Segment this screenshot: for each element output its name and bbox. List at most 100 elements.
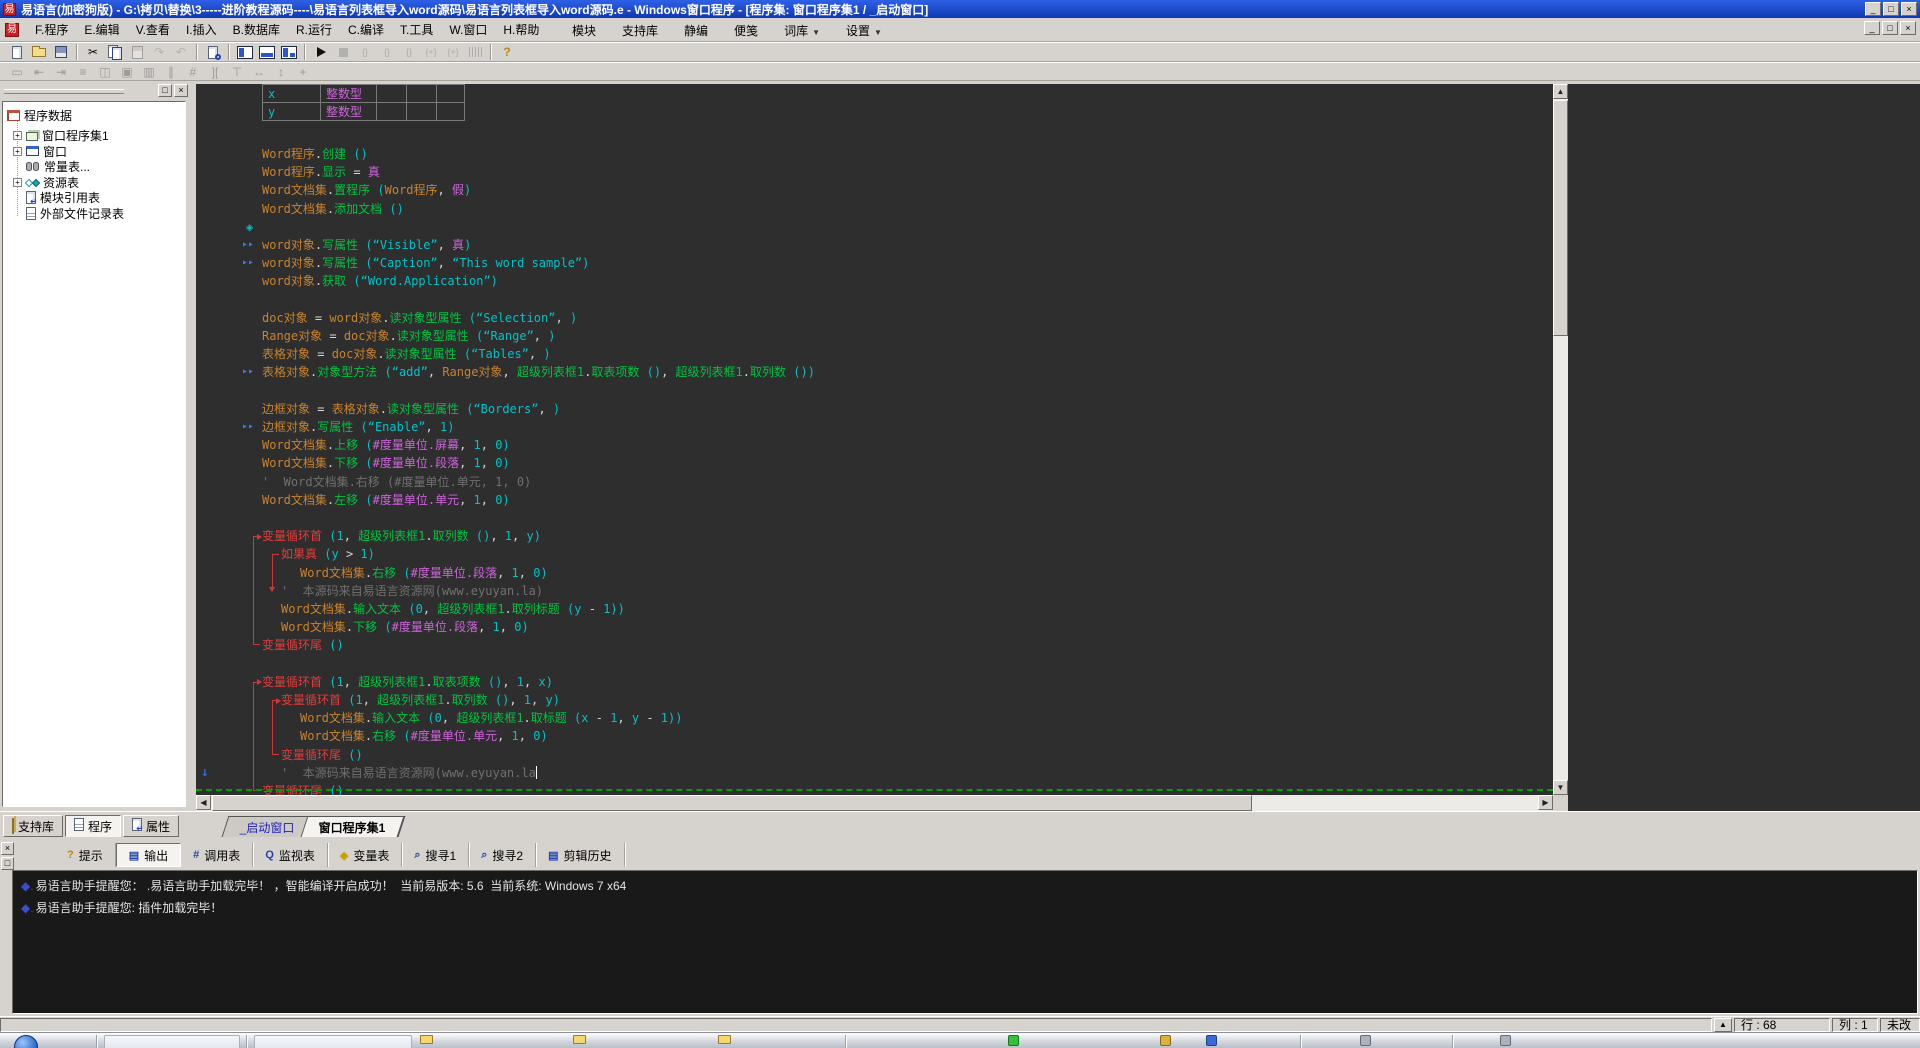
window-close-button[interactable]: × (1901, 2, 1917, 16)
menu-item-B.数据库[interactable]: B.数据库 (225, 18, 288, 41)
horizontal-scroll-thumb[interactable] (212, 795, 1252, 811)
variable-row[interactable]: y 整数型 (262, 102, 465, 121)
align-right-edge-icon[interactable]: ⇥ (51, 63, 71, 80)
variable-empty-cell[interactable] (376, 84, 407, 103)
variable-row[interactable]: x 整数型 (262, 84, 465, 103)
code-line[interactable]: word对象.写属性 (“Caption”, “This word sample… (262, 254, 589, 272)
menu-item-V.查看[interactable]: V.查看 (128, 18, 178, 41)
code-line[interactable]: Word文档集.左移 (#度量单位.单元, 1, 0) (262, 491, 510, 509)
code-line[interactable]: word对象.写属性 (“Visible”, 真) (262, 236, 471, 254)
output-console[interactable]: ◆. 易语言助手提醒您： .易语言助手加载完毕！ ，智能编译开启成功！ 当前易版本… (12, 870, 1918, 1014)
menu-item-C.编译[interactable]: C.编译 (340, 18, 392, 41)
help-icon[interactable]: ? (497, 44, 517, 61)
menu-item-T.工具[interactable]: T.工具 (392, 18, 441, 41)
taskbar-app-icon-green[interactable] (1008, 1035, 1019, 1046)
tab-提示[interactable]: ? 提示 (55, 843, 116, 867)
find-icon[interactable] (203, 44, 223, 61)
editor-horizontal-scrollbar[interactable]: ◀ ▶ (196, 795, 1553, 811)
panel-close-button[interactable]: × (174, 84, 188, 97)
code-line[interactable]: Word文档集.右移 (#度量单位.段落, 1, 0) (300, 564, 548, 582)
mdi-minimize-button[interactable]: _ (1864, 21, 1880, 35)
menu-item-词库[interactable]: 词库 ▼ (780, 19, 824, 42)
code-line[interactable]: 边框对象.写属性 (“Enable”, 1) (262, 418, 454, 436)
run-icon[interactable] (311, 44, 331, 61)
mdi-close-button[interactable]: × (1900, 21, 1916, 35)
code-line[interactable]: Word文档集.下移 (#度量单位.段落, 1, 0) (281, 618, 529, 636)
variable-empty-cell[interactable] (406, 84, 437, 103)
taskbar-app-icon-gold[interactable] (1160, 1035, 1171, 1046)
new-file-icon[interactable] (7, 44, 27, 61)
send-back-icon[interactable]: ⊤ (227, 63, 247, 80)
expand-icon[interactable]: + (13, 177, 22, 187)
code-line[interactable]: 边框对象 = 表格对象.读对象型属性 (“Borders”, ) (262, 400, 560, 418)
menu-item-设置[interactable]: 设置 ▼ (842, 19, 886, 42)
tree-item-窗口程序集1[interactable]: + 窗口程序集1 (13, 128, 109, 143)
expand-icon[interactable]: + (13, 131, 22, 140)
variable-empty-cell[interactable] (406, 102, 437, 121)
code-line[interactable]: 如果真 (y > 1) (281, 545, 375, 563)
tab-程序[interactable]: 程序 (65, 815, 122, 837)
menu-item-便笺[interactable]: 便笺 (730, 19, 762, 42)
tab-搜寻1[interactable]: ⌕ 搜寻1 (402, 843, 470, 867)
editor-tab-窗口程序集1[interactable]: 窗口程序集1 (300, 816, 405, 837)
menu-item-W.窗口[interactable]: W.窗口 (441, 18, 495, 41)
tree-item-常量表...[interactable]: 常量表... (13, 159, 90, 174)
start-button[interactable] (14, 1035, 38, 1048)
variable-empty-cell[interactable] (376, 102, 407, 121)
cut-icon[interactable]: ✂ (83, 44, 103, 61)
taskbar-app-icon-gray[interactable] (1360, 1035, 1371, 1046)
code-line[interactable]: Word文档集.右移 (#度量单位.单元, 1, 0) (300, 727, 548, 745)
code-line[interactable]: Word文档集.置程序 (Word程序, 假) (262, 181, 471, 199)
code-line[interactable]: 变量循环首 (1, 超级列表框1.取列数 (), 1, y) (262, 527, 541, 545)
bring-front-icon[interactable]: ][ (205, 63, 225, 80)
layout-bottom-icon[interactable] (257, 44, 277, 61)
windows-taskbar[interactable] (0, 1032, 1920, 1048)
panel-close-button[interactable]: × (1, 842, 14, 855)
code-line[interactable]: ' 本源码来自易语言资源网(www.eyuyan.la (281, 764, 538, 782)
tree-item-外部文件记录表[interactable]: 外部文件记录表 (13, 206, 124, 221)
same-vertical-icon[interactable]: ↕ (271, 63, 291, 80)
window-minimize-button[interactable]: _ (1865, 2, 1881, 16)
code-line[interactable]: Word程序.创建 () (262, 145, 368, 163)
variable-name-cell[interactable]: y (262, 102, 321, 121)
vertical-scroll-thumb[interactable] (1553, 100, 1568, 336)
grid-snap-icon[interactable]: # (183, 63, 203, 80)
taskbar-folder-icon[interactable] (718, 1035, 731, 1044)
center-both-icon[interactable]: + (293, 63, 313, 80)
menu-item-F.程序[interactable]: F.程序 (27, 18, 76, 41)
scroll-down-button[interactable]: ▼ (1553, 780, 1568, 795)
code-line[interactable]: ' 本源码来自易语言资源网(www.eyuyan.la) (281, 582, 543, 600)
code-line[interactable]: 表格对象 = doc对象.读对象型属性 (“Tables”, ) (262, 345, 551, 363)
space-evenly-icon[interactable]: ∥ (161, 63, 181, 80)
status-scroll-up-button[interactable]: ▲ (1714, 1017, 1732, 1032)
copy-icon[interactable] (105, 44, 125, 61)
tab-监视表[interactable]: Q 监视表 (253, 843, 328, 867)
taskbar-window-button[interactable] (254, 1035, 412, 1048)
code-line[interactable]: Word文档集.输入文本 (0, 超级列表框1.取标题 (x - 1, y - … (300, 709, 682, 727)
editor-vertical-scrollbar[interactable]: ▲ ▼ (1553, 84, 1568, 795)
menu-item-H.帮助[interactable]: H.帮助 (495, 18, 547, 41)
editor-tab-_启动窗口[interactable]: _启动窗口 (221, 816, 314, 837)
code-line[interactable]: 变量循环首 (1, 超级列表框1.取表项数 (), 1, x) (262, 673, 553, 691)
open-file-icon[interactable] (29, 44, 49, 61)
same-horizontal-icon[interactable]: ↔ (249, 63, 269, 80)
code-line[interactable]: Word程序.显示 = 真 (262, 163, 380, 181)
tree-item-窗口[interactable]: + 窗口 (13, 144, 67, 159)
code-editor[interactable]: x 整数型 y 整数型 Word程序.创建 () Word程序.显示 = 真 Word文档… (196, 84, 1553, 795)
tree-item-程序数据[interactable]: 程序数据 (7, 108, 72, 123)
taskbar-app-icon-blue[interactable] (1206, 1035, 1217, 1046)
menu-item-R.运行[interactable]: R.运行 (288, 18, 340, 41)
code-line[interactable]: Word文档集.下移 (#度量单位.段落, 1, 0) (262, 454, 510, 472)
tab-变量表[interactable]: ◆ 变量表 (328, 843, 403, 867)
align-left-edge-icon[interactable]: ⇤ (29, 63, 49, 80)
menu-item-支持库[interactable]: 支持库 (618, 19, 662, 42)
menu-item-I.插入[interactable]: I.插入 (178, 18, 225, 41)
code-line[interactable]: 变量循环尾 () (281, 746, 363, 764)
same-size-icon[interactable]: ▣ (117, 63, 137, 80)
variable-empty-cell[interactable] (436, 84, 465, 103)
align-tops-icon[interactable]: ≡ (73, 63, 93, 80)
code-line[interactable]: Word文档集.输入文本 (0, 超级列表框1.取列标题 (y - 1)) (281, 600, 625, 618)
taskbar-folder-icon[interactable] (420, 1035, 433, 1044)
panel-float-button[interactable]: □ (158, 84, 172, 97)
code-line[interactable]: 变量循环首 (1, 超级列表框1.取列数 (), 1, y) (281, 691, 560, 709)
